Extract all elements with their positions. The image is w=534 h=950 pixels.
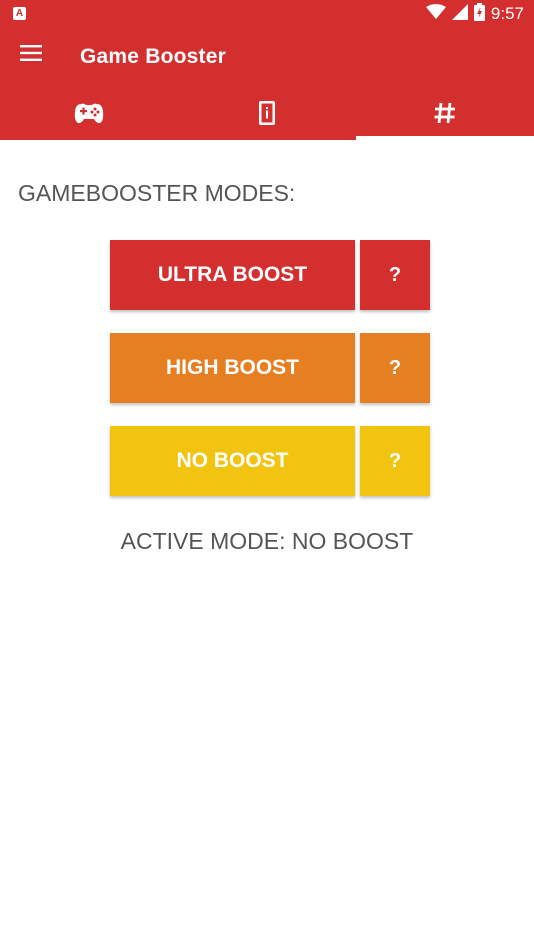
- tab-games[interactable]: [0, 90, 178, 140]
- wifi-icon: [425, 3, 446, 25]
- phone-info-icon: [258, 100, 276, 131]
- status-time: 9:57: [490, 4, 524, 23]
- tab-bar: [0, 90, 534, 140]
- active-mode-label: ACTIVE MODE: NO BOOST: [120, 528, 414, 554]
- ultra-boost-help-button[interactable]: ?: [360, 240, 430, 310]
- hamburger-menu-icon[interactable]: [18, 40, 44, 66]
- signal-icon: [451, 3, 468, 25]
- tab-boost-modes[interactable]: [356, 90, 534, 140]
- notification-a-icon: A: [13, 7, 26, 20]
- status-icons: 9:57: [425, 2, 524, 26]
- high-boost-help-button[interactable]: ?: [360, 333, 430, 403]
- app-title: Game Booster: [80, 45, 226, 68]
- mode-row-high: HIGH BOOST ?: [110, 333, 430, 403]
- section-heading: GAMEBOOSTER MODES:: [18, 180, 296, 206]
- toolbar: Game Booster: [0, 28, 534, 88]
- no-boost-button[interactable]: NO BOOST: [110, 426, 355, 496]
- gamepad-icon: [74, 101, 104, 130]
- battery-icon: [473, 2, 485, 26]
- ultra-boost-button[interactable]: ULTRA BOOST: [110, 240, 355, 310]
- hashtag-icon: [433, 101, 457, 130]
- mode-row-none: NO BOOST ?: [110, 426, 430, 496]
- tab-device-info[interactable]: [178, 90, 356, 140]
- status-bar: A 9:57: [0, 0, 534, 28]
- mode-row-ultra: ULTRA BOOST ?: [110, 240, 430, 310]
- no-boost-help-button[interactable]: ?: [360, 426, 430, 496]
- selected-tab-indicator: [356, 136, 534, 140]
- app-bar: A 9:57 Game Booster: [0, 0, 534, 140]
- high-boost-button[interactable]: HIGH BOOST: [110, 333, 355, 403]
